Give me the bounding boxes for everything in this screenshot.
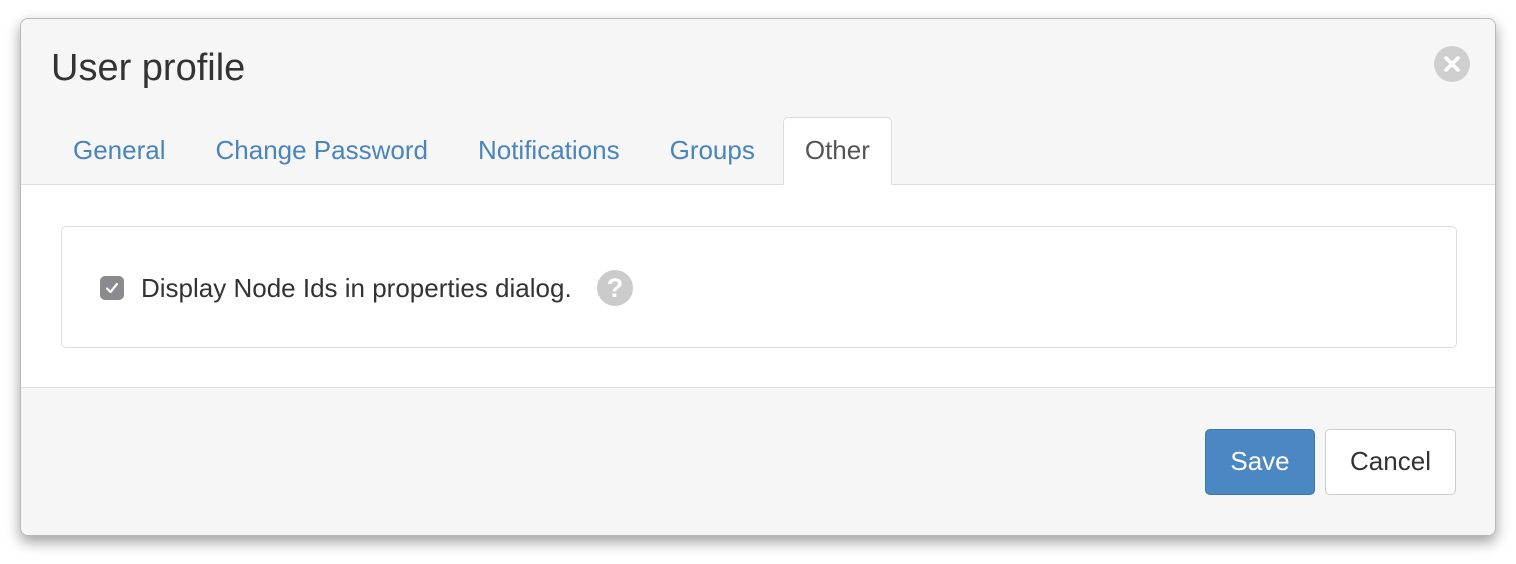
save-button[interactable]: Save [1205, 429, 1315, 495]
tab-other[interactable]: Other [782, 117, 892, 185]
dialog-title: User profile [51, 47, 246, 89]
display-node-ids-label[interactable]: Display Node Ids in properties dialog. [141, 269, 572, 307]
user-profile-dialog: User profile General Change Password Not… [20, 18, 1496, 536]
settings-panel: Display Node Ids in properties dialog. ? [61, 226, 1457, 348]
dialog-footer: Save Cancel [21, 388, 1495, 535]
tab-groups[interactable]: Groups [648, 117, 777, 185]
question-circle-icon[interactable]: ? [597, 270, 633, 306]
profile-tabs: General Change Password Notifications Gr… [51, 117, 898, 185]
tab-content: Display Node Ids in properties dialog. ? [21, 185, 1495, 388]
close-icon[interactable] [1434, 46, 1470, 82]
dialog-header: User profile General Change Password Not… [21, 19, 1495, 185]
tab-general[interactable]: General [51, 117, 188, 185]
display-node-ids-checkbox[interactable] [100, 276, 124, 300]
tab-notifications[interactable]: Notifications [456, 117, 642, 185]
checkmark-icon [105, 282, 119, 294]
cancel-button[interactable]: Cancel [1325, 429, 1456, 495]
tab-change-password[interactable]: Change Password [194, 117, 450, 185]
